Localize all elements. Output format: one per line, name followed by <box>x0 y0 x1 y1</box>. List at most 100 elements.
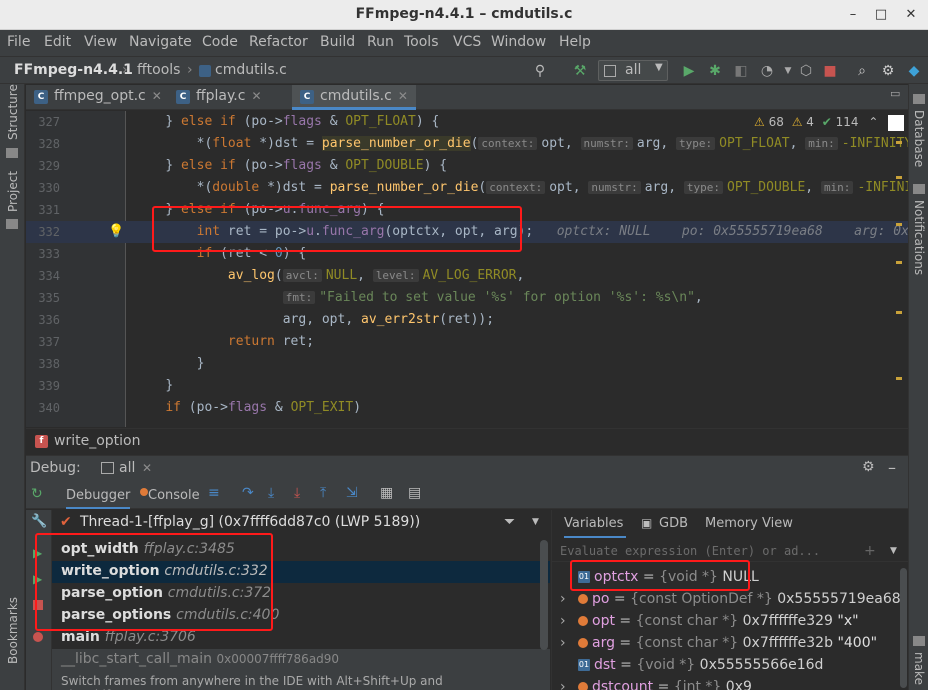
inspection-widget[interactable]: ⚠ 68 ⚠ 4 ✔ 114 ⌃ <box>754 115 904 133</box>
menu-help[interactable]: Help <box>559 34 591 50</box>
close-icon[interactable]: ✕ <box>251 89 261 103</box>
variable-row[interactable]: › po = {const OptionDef *} 0x55555719ea6… <box>552 589 909 611</box>
tool-structure[interactable]: Structure <box>6 84 20 140</box>
debug-icon[interactable]: ✱ <box>705 61 725 81</box>
chevron-down-icon[interactable]: ▼ <box>532 517 539 527</box>
attach-icon[interactable]: ⬡ <box>796 61 816 81</box>
breadcrumb-folder[interactable]: fftools <box>137 62 180 78</box>
expand-icon[interactable]: › <box>560 679 566 690</box>
scroll-marker <box>896 377 902 380</box>
minimize-button[interactable]: – <box>842 4 864 26</box>
menu-navigate[interactable]: Navigate <box>129 34 192 50</box>
variables-panel: Variables ▣ GDB Memory View Evaluate exp… <box>551 510 909 690</box>
tab-label: ffplay.c <box>196 88 246 104</box>
scroll-marker <box>896 223 902 226</box>
close-icon[interactable]: ✕ <box>152 89 162 103</box>
step-out-icon[interactable]: ⤒ <box>320 485 326 501</box>
wrench-icon[interactable]: 🔧 <box>31 514 47 529</box>
window-title-bar: FFmpeg-n4.4.1 – cmdutils.c – □ ✕ <box>0 0 928 30</box>
breadcrumb-file[interactable]: cmdutils.c <box>215 62 287 78</box>
run-to-cursor-icon[interactable]: ⇲ <box>346 485 358 501</box>
layout-icon[interactable]: ▤ <box>408 485 421 501</box>
chevron-down-icon[interactable]: ▼ <box>890 546 897 556</box>
tab-console[interactable]: Console <box>148 488 200 503</box>
tab-variables[interactable]: Variables <box>564 516 623 531</box>
expand-icon[interactable]: › <box>560 591 566 607</box>
menu-view[interactable]: View <box>84 34 117 50</box>
navigation-bar: FFmpeg-n4.4.1 › fftools › cmdutils.c ⚲ ⚒… <box>0 56 928 84</box>
tool-make[interactable]: make <box>912 652 926 685</box>
menu-window[interactable]: Window <box>491 34 546 50</box>
tab-debugger[interactable]: Debugger <box>66 488 130 503</box>
variable-row[interactable]: › arg = {const char *} 0x7ffffffe32b "40… <box>552 633 909 655</box>
debug-session-tab[interactable]: all <box>119 460 135 476</box>
editor-tabs: C ffmpeg_opt.c ✕ C ffplay.c ✕ C cmdutils.c… <box>26 85 908 110</box>
menu-bar: File Edit View Navigate Code Refactor Bu… <box>0 30 928 56</box>
close-icon[interactable]: ✕ <box>142 461 152 475</box>
variable-row[interactable]: › dstcount = {int *} 0x9 <box>552 677 909 690</box>
lightbulb-icon[interactable]: 💡 <box>108 224 124 239</box>
breadcrumb-function[interactable]: write_option <box>54 433 140 449</box>
hide-icon[interactable]: – <box>888 458 896 477</box>
add-watch-icon[interactable]: + <box>864 543 876 559</box>
active-tab-underline <box>66 507 130 509</box>
gear-icon[interactable]: ⚙ <box>862 459 875 475</box>
tool-database[interactable]: Database <box>912 110 926 167</box>
run-config-select[interactable]: all ▼ <box>598 60 668 81</box>
tab-ffplay[interactable]: C ffplay.c ✕ <box>168 85 292 110</box>
struct-icon <box>578 594 588 604</box>
run-icon[interactable]: ▶ <box>679 61 699 81</box>
tool-notifications[interactable]: Notifications <box>912 200 926 275</box>
tab-cmdutils[interactable]: C cmdutils.c ✕ <box>292 85 416 110</box>
tab-list-icon[interactable]: ▭ <box>890 87 900 100</box>
breakpoint-icon[interactable] <box>33 632 43 642</box>
maximize-button[interactable]: □ <box>870 4 892 26</box>
expand-icon[interactable]: › <box>560 613 566 629</box>
rerun-icon[interactable]: ↻ <box>31 486 43 502</box>
variable-row[interactable]: › opt = {const char *} 0x7ffffffe329 "x" <box>552 611 909 633</box>
c-file-icon: C <box>176 90 190 104</box>
search-icon[interactable]: ⌕ <box>852 61 872 81</box>
filter-icon[interactable]: ⏷ <box>504 514 515 530</box>
breadcrumb-project[interactable]: FFmpeg-n4.4.1 <box>14 62 133 78</box>
tool-bookmarks[interactable]: Bookmarks <box>6 597 20 664</box>
gear-icon[interactable]: ⚙ <box>878 61 898 81</box>
tab-memory-view[interactable]: Memory View <box>705 516 793 531</box>
scrollbar[interactable] <box>540 540 548 650</box>
menu-edit[interactable]: Edit <box>44 34 71 50</box>
inspection-toggle[interactable] <box>888 115 904 131</box>
coverage-icon[interactable]: ◧ <box>731 61 751 81</box>
tool-project[interactable]: Project <box>6 171 20 212</box>
code-editor[interactable]: 327 } else if (po->flags & OPT_FLOAT) { … <box>26 111 908 427</box>
menu-build[interactable]: Build <box>320 34 355 50</box>
menu-code[interactable]: Code <box>202 34 238 50</box>
menu-refactor[interactable]: Refactor <box>249 34 308 50</box>
scrollbar[interactable] <box>900 568 907 688</box>
tab-ffmpeg-opt[interactable]: C ffmpeg_opt.c ✕ <box>26 85 168 110</box>
chevron-down-icon[interactable]: ▼ <box>778 61 798 81</box>
menu-file[interactable]: File <box>7 34 30 50</box>
close-button[interactable]: ✕ <box>900 4 922 26</box>
step-over-icon[interactable]: ↷ <box>242 485 254 501</box>
close-icon[interactable]: ✕ <box>398 89 408 103</box>
menu-lines-icon[interactable]: ≡ <box>208 485 220 501</box>
expand-icon[interactable]: › <box>560 635 566 651</box>
tab-gdb[interactable]: GDB <box>659 516 688 531</box>
menu-tools[interactable]: Tools <box>404 34 439 50</box>
variable-row[interactable]: 01 dst = {void *} 0x55555566e16d <box>552 655 909 677</box>
force-step-into-icon[interactable]: ⤓ <box>294 485 300 501</box>
chevron-up-icon[interactable]: ⌃ <box>868 115 878 129</box>
evaluate-icon[interactable]: ▦ <box>380 485 393 501</box>
stop-icon[interactable]: ■ <box>820 61 840 81</box>
stack-frame-library[interactable]: __libc_start_call_main 0x00007ffff786ad9… <box>52 649 550 671</box>
menu-vcs[interactable]: VCS <box>453 34 481 50</box>
breadcrumb-separator-icon: › <box>122 62 128 78</box>
toolbox-icon[interactable]: ◆ <box>904 61 924 81</box>
scroll-marker <box>896 311 902 314</box>
menu-run[interactable]: Run <box>367 34 394 50</box>
profile-icon[interactable]: ◔ <box>757 61 777 81</box>
build-hammer-icon[interactable]: ⚒ <box>570 61 590 81</box>
step-into-icon[interactable]: ⤓ <box>268 485 274 501</box>
evaluate-expression-input[interactable]: Evaluate expression (Enter) or ad... <box>552 540 909 562</box>
user-icon[interactable]: ⚲ <box>530 61 550 81</box>
